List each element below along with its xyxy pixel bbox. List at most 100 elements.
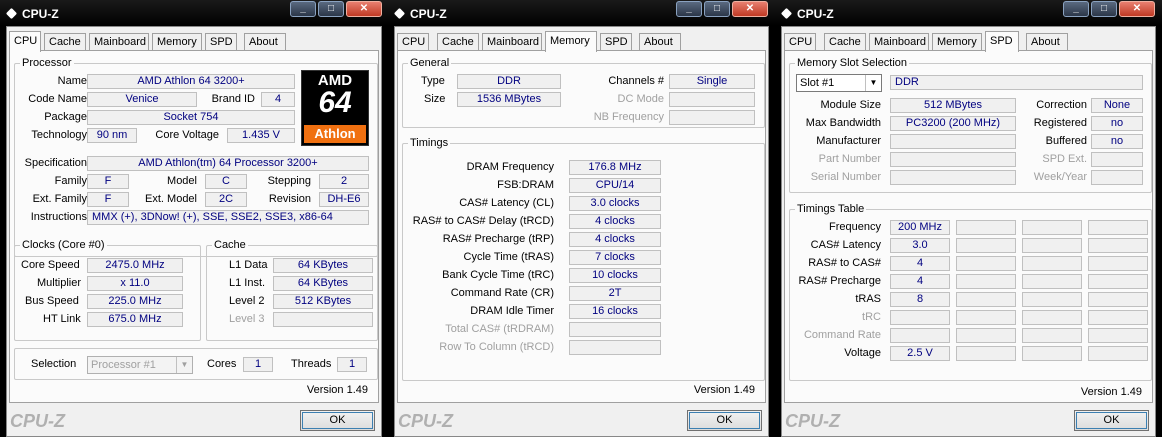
title-bar[interactable]: CPU-Z _ □ ✕ <box>388 0 775 26</box>
size-label: Size <box>424 93 446 105</box>
maximize-button[interactable]: □ <box>318 1 344 17</box>
tab-about[interactable]: About <box>1026 33 1068 51</box>
timing-label: Bank Cycle Time (tRC) <box>442 269 554 281</box>
cache-group: Cache L1 Data 64 KBytes L1 Inst. 64 KByt… <box>206 238 378 341</box>
spd-timing-value: 3.0 <box>890 238 950 253</box>
tab-mainboard[interactable]: Mainboard <box>482 33 542 51</box>
processor-group-title: Processor <box>20 56 74 70</box>
spd-timing-label: Frequency <box>829 221 881 233</box>
cpuz-app-icon <box>5 7 18 20</box>
timing-value: CPU/14 <box>569 178 661 193</box>
timing-value: 2T <box>569 286 661 301</box>
timing-label: Row To Column (tRCD) <box>439 341 554 353</box>
tab-spd[interactable]: SPD <box>985 31 1019 52</box>
version-label: Version 1.49 <box>693 384 755 396</box>
tab-spd[interactable]: SPD <box>600 33 632 51</box>
empty-timing-cell <box>956 238 1016 253</box>
tab-cpu[interactable]: CPU <box>397 33 429 51</box>
bus-speed-value: 225.0 MHz <box>87 294 183 309</box>
cpuz-window-cpu: CPU-Z _ □ ✕ CPU Cache Mainboard Memory S… <box>0 0 388 437</box>
name-label: Name <box>57 75 87 87</box>
chevron-down-icon[interactable]: ▼ <box>176 357 192 373</box>
tab-about[interactable]: About <box>244 33 286 51</box>
version-label: Version 1.49 <box>1080 386 1142 398</box>
close-button[interactable]: ✕ <box>1119 1 1155 17</box>
title-bar[interactable]: CPU-Z _ □ ✕ <box>775 0 1162 26</box>
correction-label: Correction <box>1036 99 1087 111</box>
ok-button[interactable]: OK <box>300 410 375 431</box>
core-speed-label: Core Speed <box>21 259 80 271</box>
core-speed-value: 2475.0 MHz <box>87 258 183 273</box>
ok-button[interactable]: OK <box>687 410 762 431</box>
brand-id-label: Brand ID <box>211 93 255 105</box>
instructions-value: MMX (+), 3DNow! (+), SSE, SSE2, SSE3, x8… <box>87 210 369 225</box>
spd-timing-value: 4 <box>890 256 950 271</box>
spd-timing-value <box>890 310 950 325</box>
empty-timing-cell <box>1088 220 1148 235</box>
timing-label: Command Rate (CR) <box>450 287 554 299</box>
cpuz-brand-logo: CPU-Z <box>398 411 453 431</box>
serial-number-value <box>890 170 1016 185</box>
close-button[interactable]: ✕ <box>732 1 768 17</box>
selection-label: Selection <box>31 358 77 370</box>
timing-value <box>569 322 661 337</box>
tab-cache[interactable]: Cache <box>824 33 866 51</box>
package-label: Package <box>44 111 87 123</box>
stepping-label: Stepping <box>267 175 311 187</box>
minimize-button[interactable]: _ <box>676 1 702 17</box>
dc-mode-value <box>669 92 755 107</box>
cpuz-window-spd: CPU-Z _ □ ✕ CPU Cache Mainboard Memory S… <box>775 0 1162 437</box>
type-value: DDR <box>457 74 561 89</box>
tab-cache[interactable]: Cache <box>437 33 479 51</box>
spd-ext-label: SPD Ext. <box>1042 153 1087 165</box>
empty-timing-cell <box>1022 310 1082 325</box>
tab-cache[interactable]: Cache <box>44 33 86 51</box>
memory-page: General Type DDR Size 1536 MBytes Channe… <box>397 50 766 403</box>
close-button[interactable]: ✕ <box>346 1 382 17</box>
tab-spd[interactable]: SPD <box>205 33 237 51</box>
size-value: 1536 MBytes <box>457 92 561 107</box>
week-year-value <box>1091 170 1143 185</box>
cpuz-brand-logo: CPU-Z <box>785 411 840 431</box>
empty-timing-cell <box>1022 292 1082 307</box>
title-bar[interactable]: CPU-Z _ □ ✕ <box>0 0 388 26</box>
ok-button[interactable]: OK <box>1074 410 1149 431</box>
empty-timing-cell <box>1088 274 1148 289</box>
cores-value: 1 <box>243 357 273 372</box>
tab-cpu[interactable]: CPU <box>9 31 41 52</box>
tab-memory[interactable]: Memory <box>152 33 202 51</box>
timing-value: 176.8 MHz <box>569 160 661 175</box>
spd-timing-label: Voltage <box>844 347 881 359</box>
minimize-button[interactable]: _ <box>290 1 316 17</box>
tab-about[interactable]: About <box>639 33 681 51</box>
empty-timing-cell <box>1022 328 1082 343</box>
tab-mainboard[interactable]: Mainboard <box>869 33 929 51</box>
registered-label: Registered <box>1033 117 1087 129</box>
slot-select[interactable]: Slot #1 ▼ <box>796 74 882 92</box>
tab-memory[interactable]: Memory <box>545 31 597 52</box>
spd-timing-value: 4 <box>890 274 950 289</box>
processor-select[interactable]: Processor #1 ▼ <box>87 356 193 374</box>
l1-inst-label: L1 Inst. <box>229 277 266 289</box>
timing-label: Total CAS# (tRDRAM) <box>445 323 554 335</box>
slot-select-value: Slot #1 <box>800 77 835 89</box>
timing-value: 10 clocks <box>569 268 661 283</box>
empty-timing-cell <box>1088 346 1148 361</box>
tab-mainboard[interactable]: Mainboard <box>89 33 149 51</box>
timing-label: RAS# to CAS# Delay (tRCD) <box>412 215 554 227</box>
level3-value <box>273 312 373 327</box>
maximize-button[interactable]: □ <box>704 1 730 17</box>
chevron-down-icon[interactable]: ▼ <box>865 75 881 91</box>
l1-data-value: 64 KBytes <box>273 258 373 273</box>
tab-memory[interactable]: Memory <box>932 33 982 51</box>
model-label: Model <box>167 175 197 187</box>
nb-frequency-value <box>669 110 755 125</box>
timings-table-group: Timings Table Frequency 200 MHz CAS# Lat… <box>789 202 1152 381</box>
maximize-button[interactable]: □ <box>1091 1 1117 17</box>
code-name-value: Venice <box>87 92 197 107</box>
minimize-button[interactable]: _ <box>1063 1 1089 17</box>
tab-cpu[interactable]: CPU <box>784 33 816 51</box>
technology-label: Technology <box>31 129 87 141</box>
technology-value: 90 nm <box>87 128 137 143</box>
multiplier-label: Multiplier <box>37 277 82 289</box>
